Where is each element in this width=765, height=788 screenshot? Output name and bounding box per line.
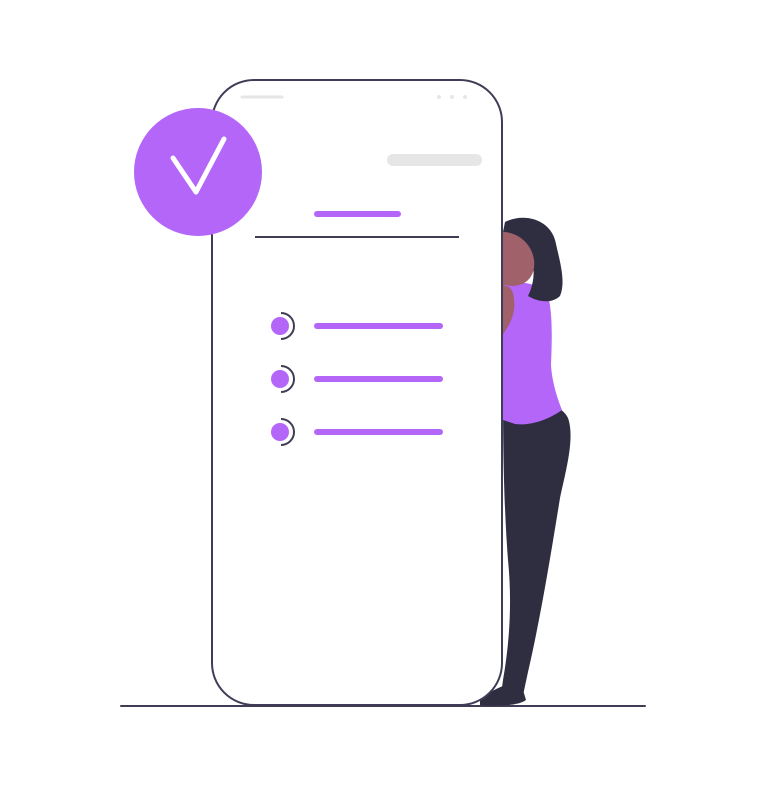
status-dot-3: [463, 95, 467, 99]
person-pants: [500, 395, 571, 702]
status-dot-1: [437, 95, 441, 99]
status-dot-2: [450, 95, 454, 99]
illustration-canvas: [0, 0, 765, 788]
check-badge-circle: [134, 108, 262, 236]
check-badge: [134, 108, 262, 236]
checklist-bullet: [271, 317, 289, 335]
checklist-illustration: [120, 79, 646, 707]
checklist-bullet: [271, 423, 289, 441]
checklist-bullet: [271, 370, 289, 388]
